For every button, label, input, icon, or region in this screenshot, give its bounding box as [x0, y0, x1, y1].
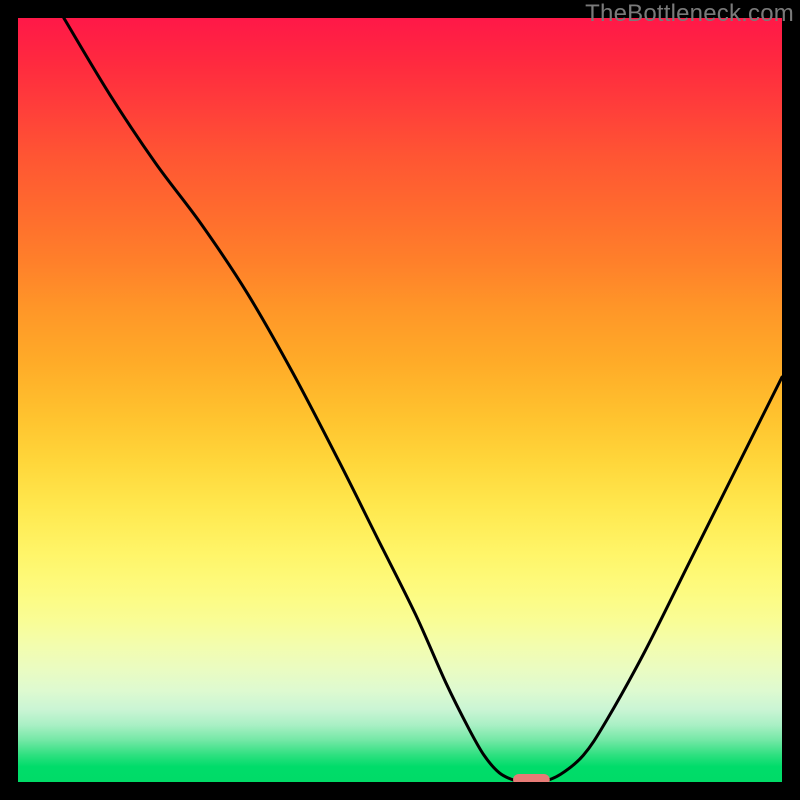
plot-area: [18, 18, 782, 782]
curve-layer: [18, 18, 782, 782]
bottleneck-curve: [64, 18, 782, 782]
chart-frame: TheBottleneck.com: [0, 0, 800, 800]
watermark-text: TheBottleneck.com: [585, 0, 794, 28]
optimal-marker: [513, 774, 550, 782]
curve-path: [64, 18, 782, 782]
